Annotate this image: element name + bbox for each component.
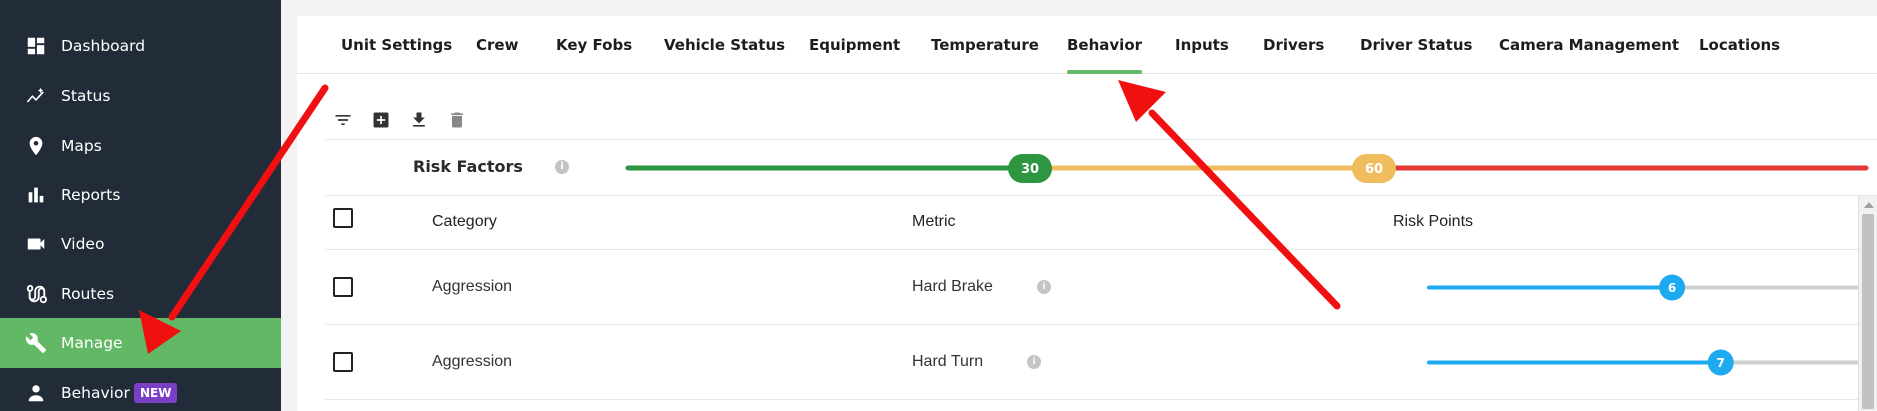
tab-inputs[interactable]: Inputs (1175, 16, 1229, 74)
tab-key-fobs[interactable]: Key Fobs (556, 16, 632, 74)
sidebar-item-routes[interactable]: Routes (0, 269, 281, 319)
tab-behavior[interactable]: Behavior (1067, 16, 1143, 74)
sidebar-item-label: Status (61, 87, 111, 105)
status-icon (24, 84, 48, 108)
risk-points-slider[interactable]: 6 (1425, 250, 1875, 325)
row-category: Aggression (432, 278, 513, 295)
slider-value: 6 (1668, 281, 1676, 295)
video-camera-icon (24, 232, 48, 256)
row-metric: Hard Brake (912, 278, 993, 295)
filter-icon[interactable] (331, 108, 355, 132)
tab-temperature[interactable]: Temperature (931, 16, 1039, 74)
sidebar-item-manage[interactable]: Manage (0, 318, 281, 368)
sidebar-item-label: Reports (61, 186, 121, 204)
header-risk-points[interactable]: Risk Points (1393, 213, 1473, 231)
add-box-icon[interactable] (369, 108, 393, 132)
tab-drivers[interactable]: Drivers (1263, 16, 1324, 74)
table-row: Aggression Hard Brake i 6 (325, 250, 1877, 325)
table-scrollbar[interactable] (1858, 196, 1877, 411)
sidebar-item-dashboard[interactable]: Dashboard (0, 21, 281, 71)
sidebar-item-maps[interactable]: Maps (0, 121, 281, 171)
tab-bar: Unit Settings Crew Key Fobs Vehicle Stat… (297, 16, 1877, 74)
tab-unit-settings[interactable]: Unit Settings (341, 16, 452, 74)
header-metric[interactable]: Metric (912, 213, 956, 231)
risk-low-value: 30 (1021, 162, 1039, 177)
main-panel: Unit Settings Crew Key Fobs Vehicle Stat… (297, 16, 1877, 411)
tab-crew[interactable]: Crew (476, 16, 518, 74)
route-icon (24, 282, 48, 306)
tab-locations[interactable]: Locations (1699, 16, 1780, 74)
sidebar-item-status[interactable]: Status (0, 71, 281, 121)
risk-threshold-slider[interactable]: 30 60 (325, 140, 1877, 197)
sidebar: Dashboard Status Maps Reports Video Rout… (0, 0, 281, 411)
sidebar-item-label: Behavior (61, 384, 130, 402)
table-header: Category Metric Risk Points (325, 196, 1877, 250)
row-category: Aggression (432, 353, 513, 370)
sidebar-item-label: Dashboard (61, 37, 146, 55)
info-icon[interactable]: i (1037, 280, 1051, 294)
scroll-thumb[interactable] (1862, 214, 1874, 409)
info-icon[interactable]: i (1027, 355, 1041, 369)
sidebar-item-label: Video (61, 235, 105, 253)
sidebar-item-behavior[interactable]: Behavior NEW (0, 368, 281, 411)
wrench-icon (24, 331, 48, 355)
sidebar-item-label: Maps (61, 137, 102, 155)
header-category[interactable]: Category (432, 213, 497, 231)
new-badge: NEW (134, 383, 178, 403)
row-checkbox[interactable] (333, 352, 353, 372)
tab-camera-management[interactable]: Camera Management (1499, 16, 1679, 74)
tab-driver-status[interactable]: Driver Status (1360, 16, 1472, 74)
scroll-up-arrow-icon[interactable] (1864, 202, 1874, 208)
tab-vehicle-status[interactable]: Vehicle Status (664, 16, 785, 74)
table-row: Aggression Hard Turn i 7 (325, 325, 1877, 400)
risk-high-value: 60 (1365, 162, 1383, 177)
row-metric: Hard Turn (912, 353, 984, 370)
sidebar-item-label: Routes (61, 285, 115, 303)
row-checkbox[interactable] (333, 277, 353, 297)
bar-chart-icon (24, 183, 48, 207)
download-icon[interactable] (407, 108, 431, 132)
sidebar-item-label: Manage (61, 334, 123, 352)
tab-equipment[interactable]: Equipment (809, 16, 900, 74)
risk-factors-row: Risk Factors i 30 60 (325, 139, 1877, 196)
map-pin-icon (24, 134, 48, 158)
select-all-checkbox[interactable] (333, 208, 353, 228)
person-icon (24, 381, 48, 405)
slider-value: 7 (1717, 356, 1725, 370)
dashboard-icon (24, 34, 48, 58)
sidebar-item-reports[interactable]: Reports (0, 170, 281, 220)
sidebar-item-video[interactable]: Video (0, 219, 281, 269)
risk-points-slider[interactable]: 7 (1425, 325, 1875, 400)
delete-icon[interactable] (445, 108, 469, 132)
